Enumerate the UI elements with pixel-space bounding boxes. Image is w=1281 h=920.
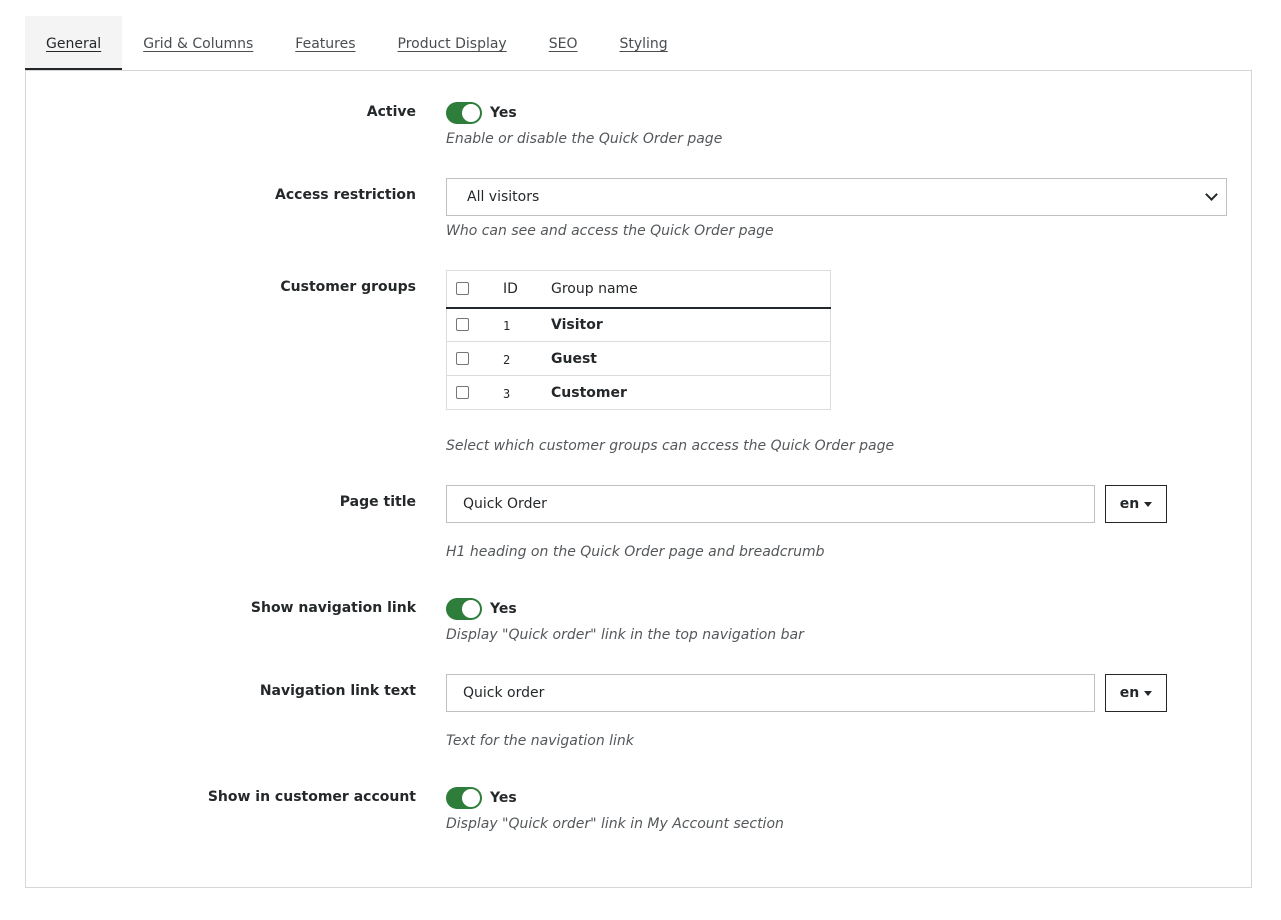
language-code: en [1119,496,1140,512]
caret-down-icon [1144,690,1153,696]
toggle-track [446,787,482,809]
page-title-help: H1 heading on the Quick Order page and b… [446,544,825,560]
show-in-customer-account-toggle[interactable]: Yes [446,787,517,809]
chevron-down-icon [1205,188,1218,201]
navigation-link-text-help: Text for the navigation link [446,733,634,749]
select-all-cell [446,270,471,309]
table-row: 3 Customer [446,375,831,410]
row-checkbox[interactable] [456,352,469,365]
group-id: 1 [471,307,551,342]
tab-general[interactable]: General [25,16,123,71]
row-checkbox-cell [446,307,471,342]
customer-groups-table: ID Group name 1 Visitor 2 Guest 3 Custom… [446,270,831,410]
page-title-input[interactable]: Quick Order [446,485,1095,523]
show-navigation-link-toggle[interactable]: Yes [446,598,517,620]
table-row: 2 Guest [446,341,831,376]
navigation-link-language-button[interactable]: en [1105,674,1167,712]
show-navigation-link-help: Display "Quick order" link in the top na… [446,627,804,643]
id-column-header: ID [471,270,551,309]
tab-bar: General Grid & Columns Features Product … [25,16,689,71]
navigation-link-text-input[interactable]: Quick order [446,674,1095,712]
show-navigation-link-label: Show navigation link [250,600,416,616]
group-name-column-header: Group name [551,270,831,309]
active-toggle[interactable]: Yes [446,102,517,124]
caret-down-icon [1144,501,1153,507]
show-in-customer-account-label: Show in customer account [207,789,416,805]
row-checkbox-cell [446,341,471,376]
select-all-checkbox[interactable] [456,282,469,296]
access-restriction-help: Who can see and access the Quick Order p… [446,223,774,239]
active-label: Active [366,104,416,120]
group-id: 3 [471,375,551,410]
row-checkbox-cell [446,375,471,410]
toggle-knob [462,104,480,122]
row-checkbox[interactable] [456,386,469,399]
group-name: Customer [551,375,831,410]
tab-styling[interactable]: Styling [598,16,688,71]
table-header-row: ID Group name [446,270,831,309]
page-title-label: Page title [339,494,416,510]
show-navigation-link-value: Yes [490,601,517,617]
tab-seo[interactable]: SEO [528,16,599,71]
tab-grid-columns[interactable]: Grid & Columns [122,16,274,71]
show-in-customer-account-value: Yes [490,790,517,806]
customer-groups-help: Select which customer groups can access … [446,438,895,454]
page-title-language-button[interactable]: en [1105,485,1167,523]
toggle-knob [462,789,480,807]
active-help: Enable or disable the Quick Order page [446,131,723,147]
show-in-customer-account-help: Display "Quick order" link in My Account… [446,816,784,832]
group-id: 2 [471,341,551,376]
toggle-knob [462,600,480,618]
tab-product-display[interactable]: Product Display [377,16,528,71]
toggle-track [446,598,482,620]
group-name: Visitor [551,307,831,342]
access-restriction-select[interactable]: All visitors [446,178,1227,216]
customer-groups-label: Customer groups [280,279,416,295]
toggle-track [446,102,482,124]
access-restriction-label: Access restriction [275,187,416,203]
row-checkbox[interactable] [456,318,469,332]
tab-features[interactable]: Features [274,16,376,71]
group-name: Guest [551,341,831,376]
language-code: en [1119,685,1140,701]
active-toggle-value: Yes [490,105,517,121]
access-restriction-value: All visitors [467,189,540,205]
navigation-link-text-label: Navigation link text [259,683,416,699]
table-row: 1 Visitor [446,307,831,342]
